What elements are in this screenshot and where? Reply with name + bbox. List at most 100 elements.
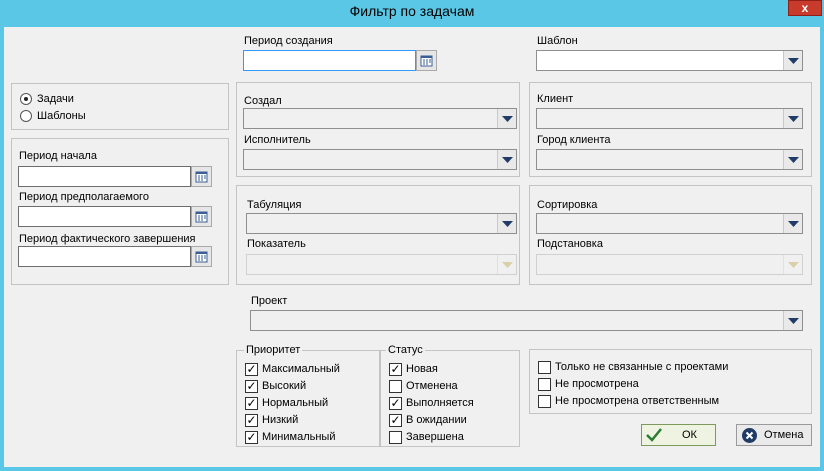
project-dropdown-button[interactable] bbox=[783, 311, 802, 330]
calendar-icon bbox=[420, 55, 433, 67]
priority-label-3: Низкий bbox=[262, 414, 299, 426]
client-dropdown-button[interactable] bbox=[783, 109, 802, 128]
chevron-down-icon bbox=[788, 58, 799, 64]
substitution-combo[interactable] bbox=[536, 254, 803, 275]
chevron-down-icon bbox=[788, 262, 799, 268]
checkmark-icon: ✓ bbox=[246, 362, 257, 376]
sorting-combo[interactable] bbox=[536, 213, 803, 234]
priority-label-1: Высокий bbox=[262, 380, 307, 392]
client-city-label: Город клиента bbox=[537, 134, 611, 146]
period-creation-calendar-button[interactable] bbox=[416, 50, 437, 71]
executor-dropdown-button[interactable] bbox=[497, 150, 516, 169]
indicator-label: Показатель bbox=[247, 238, 306, 250]
radio-templates[interactable] bbox=[20, 110, 32, 122]
period-actual-end-calendar-button[interactable] bbox=[191, 246, 212, 267]
client-city-combo[interactable] bbox=[536, 149, 803, 170]
status-checkbox-1[interactable] bbox=[389, 380, 402, 393]
period-start-calendar-button[interactable] bbox=[191, 166, 212, 187]
period-actual-end-label: Период фактического завершения bbox=[19, 233, 196, 245]
chevron-down-icon bbox=[788, 157, 799, 163]
tabulation-group: Табуляция Показатель bbox=[236, 185, 520, 285]
project-label: Проект bbox=[251, 295, 288, 307]
cancel-button[interactable]: Отмена bbox=[736, 424, 812, 446]
type-group: Задачи Шаблоны bbox=[11, 83, 229, 130]
options-group: Только не связанные с проектами Не просм… bbox=[529, 349, 812, 414]
created-by-dropdown-button[interactable] bbox=[497, 109, 516, 128]
close-button[interactable]: x bbox=[788, 0, 822, 16]
status-checkbox-4[interactable] bbox=[389, 431, 402, 444]
indicator-dropdown-button[interactable] bbox=[497, 255, 516, 274]
indicator-combo[interactable] bbox=[246, 254, 517, 275]
period-expected-calendar-button[interactable] bbox=[191, 206, 212, 227]
tabulation-dropdown-button[interactable] bbox=[497, 214, 516, 233]
sorting-dropdown-button[interactable] bbox=[783, 214, 802, 233]
template-combo[interactable] bbox=[536, 50, 803, 71]
status-label-0: Новая bbox=[406, 363, 438, 375]
option-label-2: Не просмотрена ответственным bbox=[555, 395, 720, 407]
period-actual-end-input[interactable] bbox=[18, 246, 191, 267]
sorting-label: Сортировка bbox=[537, 199, 598, 211]
calendar-icon bbox=[195, 211, 208, 223]
checkmark-icon bbox=[646, 428, 662, 442]
period-start-label: Период начала bbox=[19, 150, 97, 162]
checkmark-icon: ✓ bbox=[246, 379, 257, 393]
periods-group: Период начала Период предполагаемого Пер… bbox=[11, 138, 229, 285]
status-label-2: Выполняется bbox=[406, 397, 474, 409]
priority-checkbox-4[interactable]: ✓ bbox=[245, 431, 258, 444]
priority-checkbox-2[interactable]: ✓ bbox=[245, 397, 258, 410]
radio-tasks[interactable] bbox=[20, 93, 32, 105]
substitution-dropdown-button[interactable] bbox=[783, 255, 802, 274]
project-combo[interactable] bbox=[250, 310, 803, 331]
tabulation-label: Табуляция bbox=[247, 199, 302, 211]
option-checkbox-2[interactable] bbox=[538, 395, 551, 408]
option-checkbox-0[interactable] bbox=[538, 361, 551, 374]
ok-button-label: ОК bbox=[682, 429, 697, 441]
period-start-input[interactable] bbox=[18, 166, 191, 187]
priority-checkbox-0[interactable]: ✓ bbox=[245, 363, 258, 376]
status-label-1: Отменена bbox=[406, 380, 458, 392]
status-checkbox-0[interactable]: ✓ bbox=[389, 363, 402, 376]
checkmark-icon: ✓ bbox=[246, 413, 257, 427]
created-by-combo[interactable] bbox=[243, 108, 517, 129]
option-label-1: Не просмотрена bbox=[555, 378, 639, 390]
ok-button[interactable]: ОК bbox=[641, 424, 716, 446]
executor-combo[interactable] bbox=[243, 149, 517, 170]
radio-templates-label: Шаблоны bbox=[37, 110, 86, 122]
checkmark-icon: ✓ bbox=[246, 396, 257, 410]
priority-label-4: Минимальный bbox=[262, 431, 336, 443]
template-dropdown-button[interactable] bbox=[783, 51, 802, 70]
chevron-down-icon bbox=[502, 116, 513, 122]
checkmark-icon: ✓ bbox=[390, 362, 401, 376]
chevron-down-icon bbox=[788, 221, 799, 227]
priority-checkbox-3[interactable]: ✓ bbox=[245, 414, 258, 427]
radio-tasks-label: Задачи bbox=[37, 93, 74, 105]
period-creation-input[interactable] bbox=[243, 50, 416, 71]
title-bar: Фильтр по задачам x bbox=[0, 0, 824, 27]
status-checkbox-2[interactable]: ✓ bbox=[389, 397, 402, 410]
client-combo[interactable] bbox=[536, 108, 803, 129]
checkmark-icon: ✓ bbox=[390, 413, 401, 427]
period-creation-label: Период создания bbox=[244, 35, 333, 47]
priority-checkbox-1[interactable]: ✓ bbox=[245, 380, 258, 393]
executor-label: Исполнитель bbox=[244, 134, 311, 146]
checkmark-icon: ✓ bbox=[246, 430, 257, 444]
cancel-icon bbox=[742, 428, 757, 443]
status-checkbox-3[interactable]: ✓ bbox=[389, 414, 402, 427]
priority-group: Приоритет ✓ Максимальный ✓ Высокий ✓ Нор… bbox=[236, 344, 380, 447]
status-legend: Статус bbox=[386, 344, 425, 357]
chevron-down-icon bbox=[788, 318, 799, 324]
priority-legend: Приоритет bbox=[244, 344, 303, 357]
option-checkbox-1[interactable] bbox=[538, 378, 551, 391]
chevron-down-icon bbox=[502, 221, 513, 227]
sorting-group: Сортировка Подстановка bbox=[529, 185, 812, 285]
people-group: Создал Исполнитель bbox=[236, 82, 520, 177]
template-label: Шаблон bbox=[537, 35, 578, 47]
cancel-button-label: Отмена bbox=[764, 429, 804, 441]
option-label-0: Только не связанные с проектами bbox=[555, 361, 729, 373]
status-label-3: В ожидании bbox=[406, 414, 467, 426]
period-expected-input[interactable] bbox=[18, 206, 191, 227]
calendar-icon bbox=[195, 171, 208, 183]
status-label-4: Завершена bbox=[406, 431, 464, 443]
client-city-dropdown-button[interactable] bbox=[783, 150, 802, 169]
tabulation-combo[interactable] bbox=[246, 213, 517, 234]
